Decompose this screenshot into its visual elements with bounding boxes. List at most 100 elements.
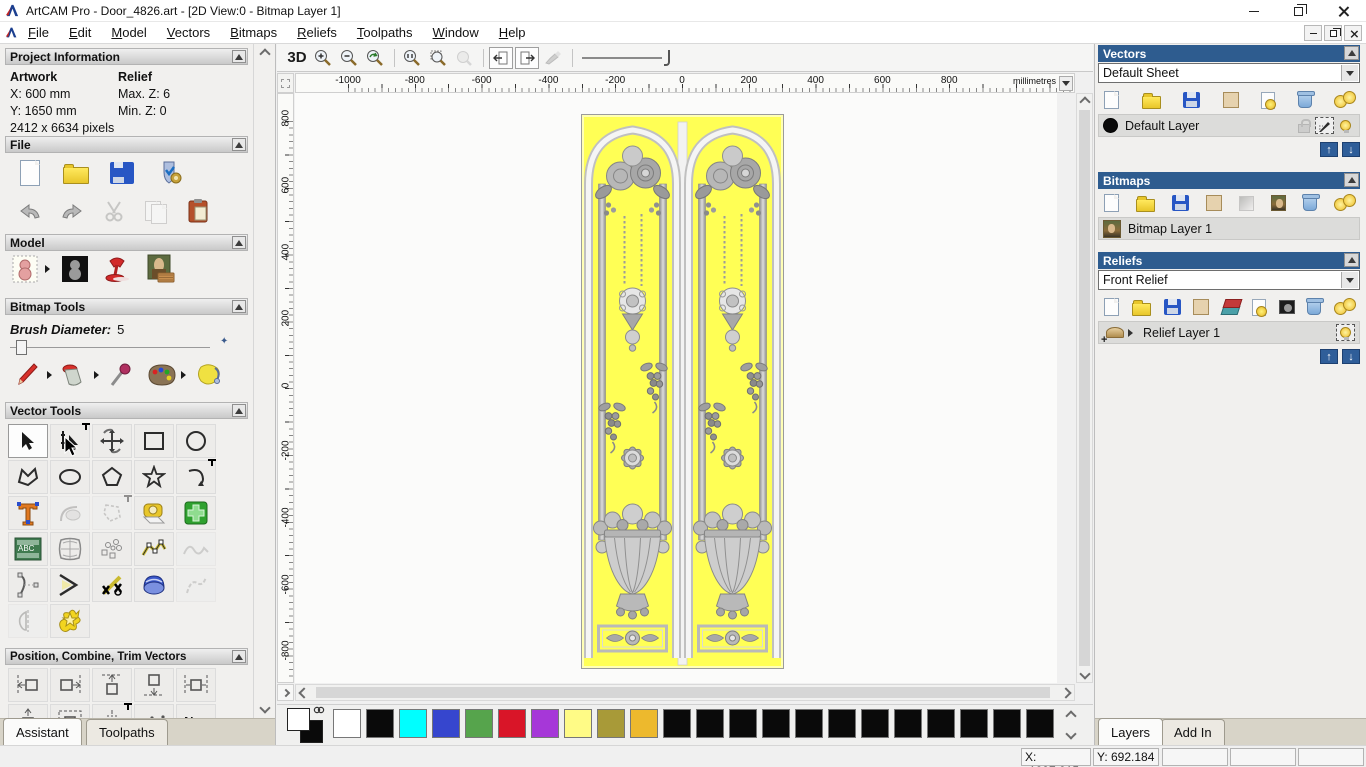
- vertical-scroll-thumb[interactable]: [1079, 110, 1090, 666]
- tool-transform-vectors[interactable]: [92, 424, 132, 458]
- save-vector-layer-button[interactable]: [1183, 92, 1200, 108]
- next-bitmap-layer-button[interactable]: [515, 46, 539, 69]
- ruler-origin-box[interactable]: [277, 73, 294, 93]
- palette-swatch-2[interactable]: [399, 709, 427, 738]
- scroll-down-button[interactable]: [254, 700, 275, 716]
- delete-relief-layer-button[interactable]: [1306, 298, 1325, 315]
- scroll-left-button[interactable]: [296, 685, 312, 700]
- open-model-button[interactable]: [60, 158, 92, 188]
- tool-create-polyline[interactable]: [8, 460, 48, 494]
- dropdown-button[interactable]: [1341, 65, 1358, 81]
- palette-swatch-16[interactable]: [861, 709, 889, 738]
- relief-side-dropdown[interactable]: Front Relief: [1098, 270, 1360, 290]
- layer-colour-swatch[interactable]: [1103, 118, 1118, 133]
- menu-window[interactable]: Window: [423, 25, 489, 40]
- contrast-slider[interactable]: [582, 48, 677, 68]
- scroll-up-button[interactable]: [254, 46, 275, 62]
- tool-align-top[interactable]: [92, 668, 132, 702]
- tool-align-bottom[interactable]: [134, 668, 174, 702]
- paste-button[interactable]: [182, 196, 214, 226]
- tool-trim-vectors[interactable]: [92, 568, 132, 602]
- palette-swatch-10[interactable]: [663, 709, 691, 738]
- pan-corner-button[interactable]: [277, 684, 294, 701]
- bitmap-layer-row[interactable]: Bitmap Layer 1: [1098, 217, 1360, 240]
- tool-vector-doctor[interactable]: [134, 568, 174, 602]
- tool-fillet-vectors[interactable]: [50, 496, 90, 530]
- tool-text-block[interactable]: ABC: [8, 532, 48, 566]
- palette-scroll-up-button[interactable]: [1061, 707, 1081, 725]
- menu-model[interactable]: Model: [101, 25, 156, 40]
- collapse-button[interactable]: [232, 404, 246, 417]
- move-layer-down-button[interactable]: ↓: [1342, 349, 1360, 364]
- brush-slider-track[interactable]: [10, 347, 210, 348]
- toggle-all-layers-button[interactable]: [1334, 91, 1356, 109]
- menu-bitmaps[interactable]: Bitmaps: [220, 25, 287, 40]
- tool-measure[interactable]: [134, 496, 174, 530]
- menu-edit[interactable]: Edit: [59, 25, 101, 40]
- tool-centre-in-selection[interactable]: [50, 704, 90, 718]
- palette-swatch-12[interactable]: [729, 709, 757, 738]
- toggle-all-reliefs-button[interactable]: [1334, 298, 1356, 316]
- duplicate-relief-button[interactable]: [1193, 297, 1216, 315]
- zoom-selection-button[interactable]: [452, 47, 476, 69]
- tool-create-polygon[interactable]: [92, 460, 132, 494]
- collapse-button[interactable]: [232, 650, 246, 663]
- tool-create-ellipse[interactable]: [50, 460, 90, 494]
- new-bitmap-layer-button[interactable]: [1104, 194, 1119, 212]
- previous-bitmap-layer-button[interactable]: [489, 46, 513, 69]
- zoom-fit-button[interactable]: [426, 47, 450, 69]
- bitmap-to-vector-button[interactable]: [1271, 195, 1286, 211]
- tab-assistant[interactable]: Assistant: [3, 718, 82, 745]
- tool-fit-arcs[interactable]: [8, 568, 48, 602]
- palette-swatch-13[interactable]: [762, 709, 790, 738]
- palette-swatch-6[interactable]: [531, 709, 559, 738]
- tool-fit-polyline[interactable]: [134, 532, 174, 566]
- tool-paste-vector[interactable]: [176, 496, 216, 530]
- menu-reliefs[interactable]: Reliefs: [287, 25, 347, 40]
- brush-slider-handle[interactable]: [16, 340, 27, 355]
- transfer-relief-button[interactable]: [1222, 299, 1239, 315]
- expand-arrow-icon[interactable]: [94, 371, 99, 379]
- texture-relief-button[interactable]: [145, 254, 177, 284]
- expand-arrow-icon[interactable]: [45, 265, 50, 273]
- palette-swatch-14[interactable]: [795, 709, 823, 738]
- tool-create-rectangle[interactable]: [134, 424, 174, 458]
- tool-mirror-vectors[interactable]: [8, 604, 48, 638]
- mdi-restore-button[interactable]: [1324, 25, 1342, 41]
- palette-swatch-5[interactable]: [498, 709, 526, 738]
- copy-button[interactable]: [140, 196, 172, 226]
- expand-arrow-icon[interactable]: [1128, 328, 1133, 337]
- new-sheet-button[interactable]: [1222, 90, 1245, 108]
- zoom-1to1-button[interactable]: [400, 47, 424, 69]
- toggle-3d-view-button[interactable]: 3D: [285, 47, 309, 69]
- bitmap-doctor-button[interactable]: [193, 360, 225, 390]
- tool-align-centre[interactable]: [176, 668, 216, 702]
- model-properties-button[interactable]: [152, 158, 184, 188]
- palette-swatch-17[interactable]: [894, 709, 922, 738]
- palette-swatch-18[interactable]: [927, 709, 955, 738]
- open-relief-layer-button[interactable]: [1131, 300, 1151, 316]
- save-relief-layer-button[interactable]: [1163, 299, 1181, 315]
- flood-fill-button[interactable]: [59, 360, 91, 390]
- tool-align-right[interactable]: [50, 668, 90, 702]
- horizontal-scrollbar[interactable]: [295, 684, 1075, 701]
- tool-align-left[interactable]: [8, 668, 48, 702]
- new-vector-layer-button[interactable]: [1104, 91, 1119, 109]
- collapse-button[interactable]: [1344, 46, 1359, 60]
- restore-button[interactable]: [1276, 0, 1321, 22]
- scroll-down-button[interactable]: [1077, 666, 1092, 682]
- undo-button[interactable]: [14, 196, 46, 226]
- move-layer-up-button[interactable]: ↑: [1320, 142, 1338, 157]
- palette-swatch-15[interactable]: [828, 709, 856, 738]
- drawing-viewport[interactable]: [295, 93, 1057, 683]
- layer-name[interactable]: Relief Layer 1: [1143, 326, 1220, 340]
- tool-centre-in-page[interactable]: [8, 704, 48, 718]
- collapse-button[interactable]: [232, 138, 246, 151]
- assistant-scrollbar[interactable]: [253, 44, 275, 718]
- palette-swatch-7[interactable]: [564, 709, 592, 738]
- layer-visibility-button[interactable]: [1336, 117, 1355, 134]
- open-bitmap-layer-button[interactable]: [1136, 196, 1155, 212]
- palette-swatch-9[interactable]: [630, 709, 658, 738]
- horizontal-scroll-thumb[interactable]: [316, 687, 1050, 698]
- tool-envelope-distort[interactable]: [50, 532, 90, 566]
